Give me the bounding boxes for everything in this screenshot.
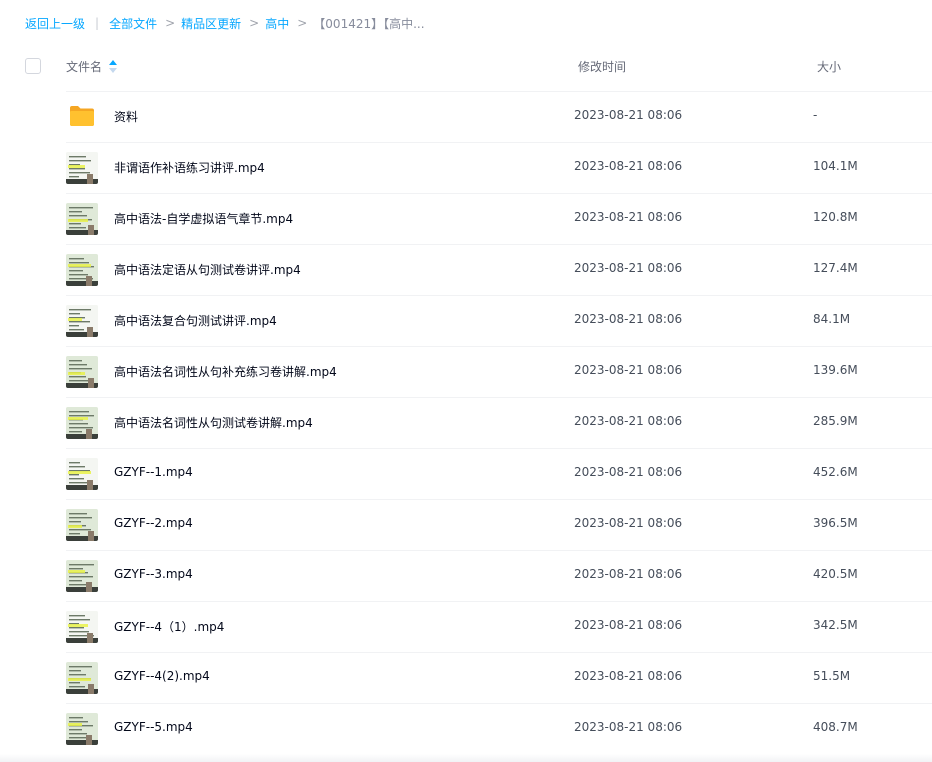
file-modified-time: 2023-08-21 08:06 (574, 261, 683, 275)
file-modified-time: 2023-08-21 08:06 (574, 414, 683, 428)
file-size: 452.6M (813, 465, 858, 479)
breadcrumb: 返回上一级 | 全部文件 > 精品区更新 > 高中 > 【001421】【高中.… (25, 14, 425, 32)
video-thumbnail (66, 611, 98, 643)
file-size: 420.5M (813, 567, 858, 581)
breadcrumb-divider: | (95, 16, 100, 30)
file-modified-time: 2023-08-21 08:06 (574, 210, 683, 224)
file-size: 342.5M (813, 618, 858, 632)
file-modified-time: 2023-08-21 08:06 (574, 618, 683, 632)
scroll-shadow (0, 754, 932, 762)
video-thumbnail (66, 560, 98, 592)
column-header-size[interactable]: 大小 (817, 58, 841, 75)
file-modified-time: 2023-08-21 08:06 (574, 108, 683, 122)
breadcrumb-item-all-files[interactable]: 全部文件 (109, 15, 157, 32)
select-all-checkbox[interactable] (25, 58, 41, 74)
video-thumbnail (66, 662, 98, 694)
file-name[interactable]: 资料 (114, 108, 138, 125)
file-name[interactable]: 高中语法复合句测试讲评.mp4 (114, 312, 277, 329)
chevron-right-icon: > (249, 16, 260, 30)
file-row[interactable]: GZYF--1.mp4 2023-08-21 08:06 452.6M (0, 448, 932, 499)
file-modified-time: 2023-08-21 08:06 (574, 720, 683, 734)
file-name[interactable]: GZYF--4(2).mp4 (114, 669, 210, 683)
file-modified-time: 2023-08-21 08:06 (574, 516, 683, 530)
file-name[interactable]: 高中语法定语从句测试卷讲评.mp4 (114, 261, 301, 278)
video-thumbnail (66, 254, 98, 286)
file-size: 408.7M (813, 720, 858, 734)
file-row[interactable]: 高中语法名词性从句测试卷讲解.mp4 2023-08-21 08:06 285.… (0, 397, 932, 448)
file-name[interactable]: GZYF--3.mp4 (114, 567, 193, 581)
file-list: 资料 2023-08-21 08:06 - 非谓语作补语练习讲评.mp4 202… (0, 91, 932, 754)
file-name[interactable]: 非谓语作补语练习讲评.mp4 (114, 159, 265, 176)
video-thumbnail (66, 152, 98, 184)
back-link[interactable]: 返回上一级 (25, 15, 85, 32)
file-size: 127.4M (813, 261, 858, 275)
column-header-name[interactable]: 文件名 (66, 58, 118, 75)
file-size: 285.9M (813, 414, 858, 428)
file-name[interactable]: GZYF--4（1）.mp4 (114, 618, 224, 635)
video-thumbnail (66, 713, 98, 745)
file-row[interactable]: 高中语法定语从句测试卷讲评.mp4 2023-08-21 08:06 127.4… (0, 244, 932, 295)
file-name[interactable]: 高中语法名词性从句测试卷讲解.mp4 (114, 414, 313, 431)
chevron-right-icon: > (165, 16, 176, 30)
file-modified-time: 2023-08-21 08:06 (574, 159, 683, 173)
file-row[interactable]: 资料 2023-08-21 08:06 - (0, 91, 932, 142)
file-row[interactable]: 高中语法复合句测试讲评.mp4 2023-08-21 08:06 84.1M (0, 295, 932, 346)
breadcrumb-item-premium[interactable]: 精品区更新 (181, 15, 241, 32)
video-thumbnail (66, 356, 98, 388)
video-thumbnail (66, 203, 98, 235)
file-name[interactable]: 高中语法-自学虚拟语气章节.mp4 (114, 210, 293, 227)
folder-icon (70, 106, 94, 126)
file-modified-time: 2023-08-21 08:06 (574, 363, 683, 377)
file-size: 120.8M (813, 210, 858, 224)
file-modified-time: 2023-08-21 08:06 (574, 669, 683, 683)
file-name[interactable]: GZYF--5.mp4 (114, 720, 193, 734)
list-header: 文件名 修改时间 大小 (0, 52, 932, 80)
file-size: 396.5M (813, 516, 858, 530)
file-size: - (813, 108, 818, 122)
file-row[interactable]: 非谓语作补语练习讲评.mp4 2023-08-21 08:06 104.1M (0, 142, 932, 193)
file-row[interactable]: 高中语法名词性从句补充练习卷讲解.mp4 2023-08-21 08:06 13… (0, 346, 932, 397)
file-size: 51.5M (813, 669, 851, 683)
file-modified-time: 2023-08-21 08:06 (574, 312, 683, 326)
column-header-time[interactable]: 修改时间 (578, 58, 626, 75)
file-row[interactable]: GZYF--3.mp4 2023-08-21 08:06 420.5M (0, 550, 932, 601)
breadcrumb-current: 【001421】【高中... (313, 16, 425, 31)
file-name[interactable]: GZYF--2.mp4 (114, 516, 193, 530)
sort-icon[interactable] (109, 59, 118, 74)
file-modified-time: 2023-08-21 08:06 (574, 465, 683, 479)
file-modified-time: 2023-08-21 08:06 (574, 567, 683, 581)
file-row[interactable]: 高中语法-自学虚拟语气章节.mp4 2023-08-21 08:06 120.8… (0, 193, 932, 244)
column-header-name-label: 文件名 (66, 60, 103, 74)
file-row[interactable]: GZYF--4(2).mp4 2023-08-21 08:06 51.5M (0, 652, 932, 703)
chevron-right-icon: > (297, 16, 308, 30)
file-size: 84.1M (813, 312, 851, 326)
video-thumbnail (66, 305, 98, 337)
video-thumbnail (66, 509, 98, 541)
file-browser: 返回上一级 | 全部文件 > 精品区更新 > 高中 > 【001421】【高中.… (0, 0, 932, 762)
file-name[interactable]: GZYF--1.mp4 (114, 465, 193, 479)
breadcrumb-item-high-school[interactable]: 高中 (265, 15, 289, 32)
file-row[interactable]: GZYF--5.mp4 2023-08-21 08:06 408.7M (0, 703, 932, 754)
video-thumbnail (66, 407, 98, 439)
file-row[interactable]: GZYF--2.mp4 2023-08-21 08:06 396.5M (0, 499, 932, 550)
file-name[interactable]: 高中语法名词性从句补充练习卷讲解.mp4 (114, 363, 337, 380)
file-row[interactable]: GZYF--4（1）.mp4 2023-08-21 08:06 342.5M (0, 601, 932, 652)
file-size: 139.6M (813, 363, 858, 377)
file-size: 104.1M (813, 159, 858, 173)
video-thumbnail (66, 458, 98, 490)
